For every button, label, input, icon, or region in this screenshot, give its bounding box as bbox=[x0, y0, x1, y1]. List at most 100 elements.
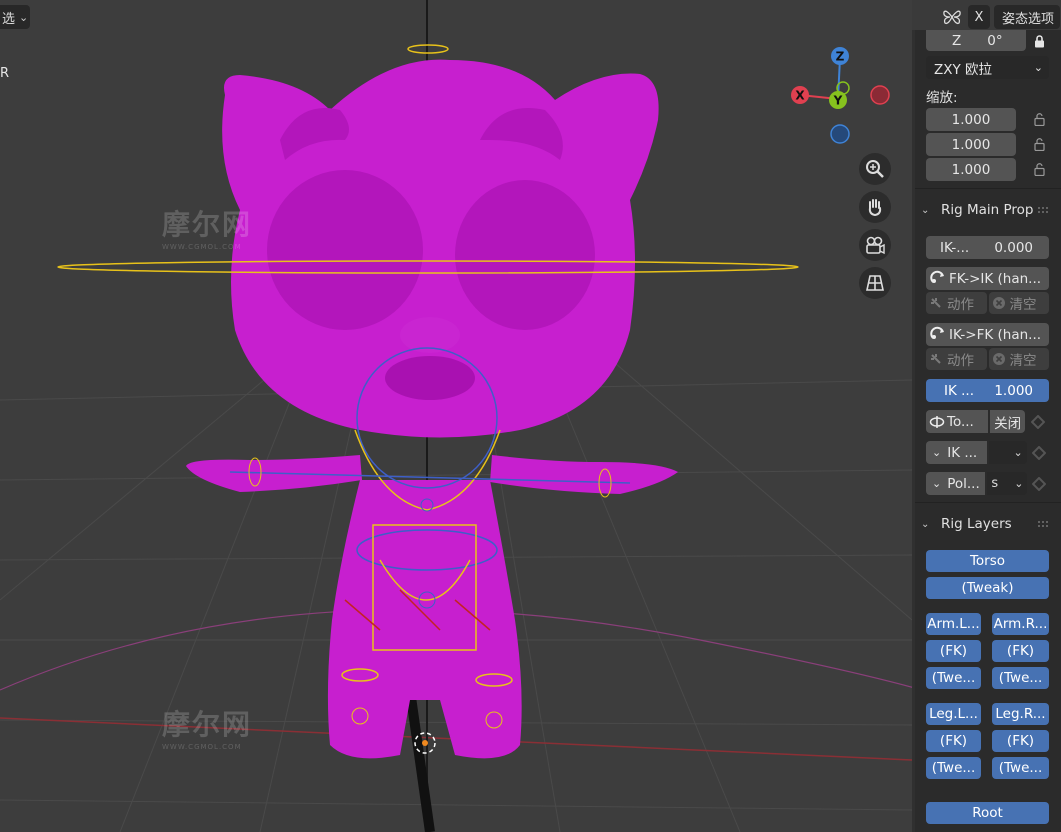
character-model[interactable] bbox=[186, 59, 678, 759]
clear-icon bbox=[992, 297, 1005, 309]
layer-leg-left-button[interactable]: Leg.L... bbox=[926, 703, 981, 725]
rig-main-prop-header[interactable]: ⌄ Rig Main Prop bbox=[921, 197, 1061, 223]
keyframe-diamond-icon[interactable] bbox=[1027, 410, 1049, 433]
butterfly-icon[interactable] bbox=[940, 5, 964, 29]
layer-arm-left-tweak-button[interactable]: (Twe... bbox=[926, 667, 981, 689]
rotation-mode-dropdown[interactable]: ZXY 欧拉 ⌄ bbox=[926, 56, 1049, 79]
collapse-arrow-icon: ⌄ bbox=[921, 518, 930, 530]
navigation-gizmo[interactable]: Z X Y bbox=[785, 40, 905, 150]
rotation-z-field[interactable]: Z 0° bbox=[926, 30, 1026, 51]
ik-fk-label: IK-... bbox=[940, 239, 970, 256]
chevron-down-icon: ⌄ bbox=[932, 477, 942, 490]
action-icon bbox=[931, 354, 941, 364]
ik-stretch-label: IK ... bbox=[944, 382, 974, 399]
z-value: 0° bbox=[987, 32, 1003, 49]
fk-ik-action-row: 动作 清空 bbox=[926, 292, 1049, 314]
header-right-tools: X 姿态选项 bbox=[940, 5, 1060, 29]
chevron-down-icon: ⌄ bbox=[1013, 446, 1023, 459]
ik-fk-value: 0.000 bbox=[994, 239, 1033, 256]
pole-dropdown[interactable]: s ⌄ bbox=[987, 472, 1028, 495]
layer-leg-left-tweak-button[interactable]: (Twe... bbox=[926, 757, 981, 779]
ik-fk-action-row: 动作 清空 bbox=[926, 348, 1049, 370]
layer-leg-right-tweak-button[interactable]: (Twe... bbox=[992, 757, 1049, 779]
chevron-down-icon: ⌄ bbox=[932, 446, 942, 459]
fk-to-ik-button[interactable]: FK->IK (han... bbox=[926, 267, 1049, 290]
sidebar-panel: Z 0° ZXY 欧拉 ⌄ 缩放: 1.000 1.000 1.000 ⌄ Ri… bbox=[912, 30, 1061, 832]
clear-icon bbox=[992, 353, 1005, 365]
pole-row: ⌄ Pol... s ⌄ bbox=[926, 472, 1049, 495]
toggle-pole-icon bbox=[929, 415, 945, 428]
select-mode-label: 选 bbox=[2, 11, 16, 27]
divider bbox=[915, 188, 1061, 189]
keyframe-diamond-icon[interactable] bbox=[1029, 441, 1049, 464]
layer-arm-left-button[interactable]: Arm.L... bbox=[926, 613, 981, 635]
action-icon bbox=[931, 298, 941, 308]
rig-layers-header[interactable]: ⌄ Rig Layers bbox=[921, 511, 1061, 537]
keyframe-diamond-icon[interactable] bbox=[1029, 472, 1049, 495]
toggle-row: To... 关闭 bbox=[926, 410, 1049, 433]
ik-subpanel-toggle[interactable]: ⌄ IK ... bbox=[926, 441, 988, 464]
select-mode-dropdown[interactable]: 选 ⌄ bbox=[0, 5, 30, 29]
unlock-icon[interactable] bbox=[1032, 160, 1046, 178]
svg-text:Z: Z bbox=[836, 50, 845, 64]
collapse-arrow-icon: ⌄ bbox=[921, 204, 930, 216]
clear-button[interactable]: 清空 bbox=[988, 292, 1049, 314]
layer-leg-right-fk-button[interactable]: (FK) bbox=[992, 730, 1049, 752]
layer-arm-right-tweak-button[interactable]: (Twe... bbox=[992, 667, 1049, 689]
zoom-icon[interactable] bbox=[859, 153, 891, 185]
layer-torso-tweak-button[interactable]: (Tweak) bbox=[926, 577, 1049, 599]
toggle-pole-button[interactable]: To... bbox=[926, 410, 988, 433]
scale-label: 缩放: bbox=[926, 90, 958, 106]
svg-text:X: X bbox=[795, 89, 805, 103]
action-button[interactable]: 动作 bbox=[926, 348, 987, 370]
chevron-down-icon: ⌄ bbox=[1033, 61, 1043, 74]
watermark: 摩尔网 WWW.CGMOL.COM bbox=[162, 708, 253, 751]
layer-arm-right-button[interactable]: Arm.R... bbox=[992, 613, 1049, 635]
drag-grip-icon[interactable] bbox=[1037, 520, 1049, 528]
pole-subpanel-toggle[interactable]: ⌄ Pol... bbox=[926, 472, 986, 495]
rig-layers-title: Rig Layers bbox=[941, 516, 1012, 532]
ik-dropdown-row: ⌄ IK ... ⌄ bbox=[926, 441, 1049, 464]
chevron-down-icon: ⌄ bbox=[1014, 477, 1024, 490]
drag-grip-icon[interactable] bbox=[1037, 206, 1049, 214]
toggle-value[interactable]: 关闭 bbox=[989, 410, 1026, 433]
sidebar-inner: Z 0° ZXY 欧拉 ⌄ 缩放: 1.000 1.000 1.000 ⌄ Ri… bbox=[915, 30, 1061, 832]
lock-icon[interactable] bbox=[1032, 32, 1046, 50]
rig-main-prop-title: Rig Main Prop bbox=[941, 202, 1034, 218]
unlock-icon[interactable] bbox=[1032, 110, 1046, 128]
ik-fk-slider[interactable]: IK-... 0.000 bbox=[926, 236, 1049, 259]
scale-y-field[interactable]: 1.000 bbox=[926, 133, 1016, 156]
scale-z-field[interactable]: 1.000 bbox=[926, 158, 1016, 181]
layer-torso-button[interactable]: Torso bbox=[926, 550, 1049, 572]
3d-viewport[interactable]: 选 ⌄ R 摩尔网 WWW.CGMOL.COM 摩尔网 WWW.CGMOL.COM … bbox=[0, 0, 912, 832]
snap-icon bbox=[930, 326, 946, 344]
clear-button[interactable]: 清空 bbox=[988, 348, 1049, 370]
camera-icon[interactable] bbox=[859, 229, 891, 261]
action-button[interactable]: 动作 bbox=[926, 292, 987, 314]
ik-stretch-value: 1.000 bbox=[994, 382, 1033, 399]
layer-arm-left-fk-button[interactable]: (FK) bbox=[926, 640, 981, 662]
hand-pan-icon[interactable] bbox=[859, 191, 891, 223]
grid-perspective-icon[interactable] bbox=[859, 267, 891, 299]
pose-options-button[interactable]: 姿态选项 bbox=[994, 5, 1060, 29]
snap-icon bbox=[930, 270, 946, 288]
divider bbox=[915, 502, 1061, 503]
fk-to-ik-label: FK->IK (han... bbox=[949, 270, 1042, 287]
ik-stretch-slider[interactable]: IK ... 1.000 bbox=[926, 379, 1049, 402]
scale-x-field[interactable]: 1.000 bbox=[926, 108, 1016, 131]
ik-to-fk-label: IK->FK (han... bbox=[949, 326, 1042, 343]
ik-dropdown[interactable]: ⌄ bbox=[989, 441, 1027, 464]
viewport-corner-label: R bbox=[0, 66, 10, 81]
layer-leg-left-fk-button[interactable]: (FK) bbox=[926, 730, 981, 752]
chevron-down-icon: ⌄ bbox=[19, 10, 29, 24]
ik-to-fk-button[interactable]: IK->FK (han... bbox=[926, 323, 1049, 346]
watermark: 摩尔网 WWW.CGMOL.COM bbox=[162, 208, 253, 251]
layer-arm-right-fk-button[interactable]: (FK) bbox=[992, 640, 1049, 662]
layer-leg-right-button[interactable]: Leg.R... bbox=[992, 703, 1049, 725]
unlock-icon[interactable] bbox=[1032, 135, 1046, 153]
scene-canvas bbox=[0, 0, 912, 832]
layer-root-button[interactable]: Root bbox=[926, 802, 1049, 824]
rotation-mode-value: ZXY 欧拉 bbox=[934, 61, 993, 78]
close-x-button[interactable]: X bbox=[968, 5, 990, 29]
z-axis-label: Z bbox=[952, 32, 962, 49]
